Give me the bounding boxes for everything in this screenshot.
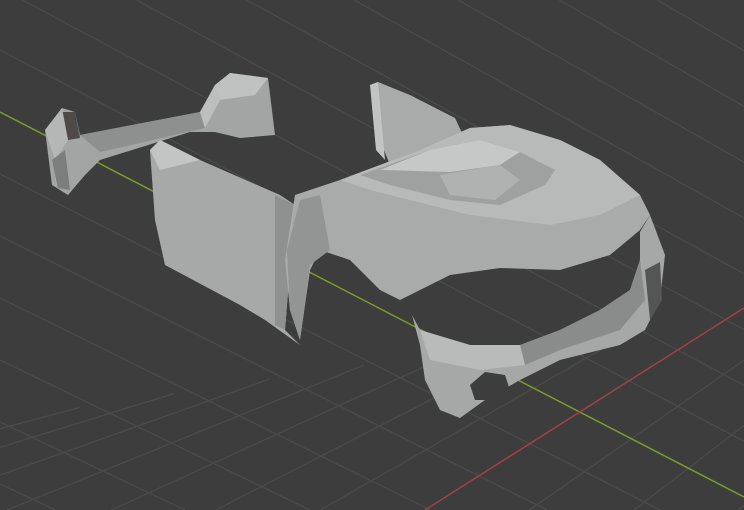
grid-line xyxy=(0,297,431,510)
grid-line xyxy=(558,0,744,107)
grid-line xyxy=(529,359,744,510)
grid-line xyxy=(111,350,460,510)
rear-door-panel xyxy=(150,140,300,345)
viewport-canvas[interactable] xyxy=(0,0,744,510)
grid-line xyxy=(0,378,270,476)
grid-line xyxy=(6,364,365,510)
grid-line xyxy=(657,0,744,52)
front-body-hood xyxy=(285,125,650,340)
grid-line xyxy=(0,483,56,510)
grid-line xyxy=(0,359,311,510)
grid-line xyxy=(0,407,80,430)
3d-viewport[interactable] xyxy=(0,0,744,510)
grid-line xyxy=(738,504,744,510)
